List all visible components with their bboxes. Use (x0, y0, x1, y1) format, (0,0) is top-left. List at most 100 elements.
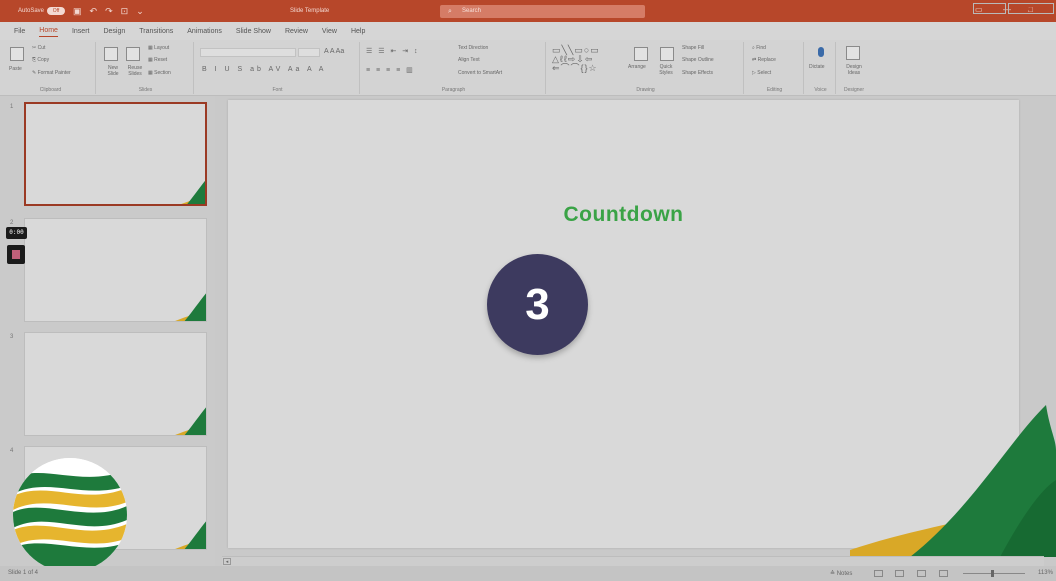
thumbnail-corner-decoration (175, 407, 206, 435)
present-icon[interactable]: ⊡ (121, 6, 129, 17)
group-label-slides: Slides (138, 87, 153, 93)
search-input[interactable]: ⌕ Search (440, 5, 645, 18)
tab-animations[interactable]: Animations (187, 26, 222, 37)
section-label: Section (154, 70, 171, 76)
cut-button[interactable]: ✂ Cut (32, 45, 45, 51)
replace-label: Replace (757, 57, 776, 63)
arrange-button[interactable]: Arrange (628, 64, 646, 70)
notes-label: Notes (836, 571, 853, 577)
scroll-left-icon[interactable]: ◂ (223, 558, 231, 565)
thumbnail-number: 4 (10, 448, 14, 454)
thumbnail-corner-decoration (181, 180, 205, 204)
layout-button[interactable]: ▦ Layout (148, 45, 169, 51)
font-name-field[interactable] (200, 48, 296, 57)
group-label-editing: Editing (766, 87, 783, 93)
format-painter-button[interactable]: ✎ Format Painter (32, 70, 71, 76)
tab-file[interactable]: File (14, 26, 25, 37)
paste-icon[interactable] (10, 47, 24, 61)
tab-review[interactable]: Review (285, 26, 308, 37)
tab-design[interactable]: Design (103, 26, 125, 37)
group-label-drawing: Drawing (636, 87, 655, 93)
notes-button[interactable]: ≙ Notes (830, 570, 852, 577)
tab-home[interactable]: Home (39, 25, 58, 37)
align-text-button[interactable]: Align Text (458, 57, 480, 63)
tab-slide-show[interactable]: Slide Show (236, 26, 271, 37)
slide-title[interactable]: Countdown (228, 203, 1019, 227)
cut-label: Cut (37, 45, 46, 51)
design-ideas-icon[interactable] (846, 46, 860, 60)
quick-styles-button[interactable]: Quick Styles (654, 64, 678, 76)
slideshow-view-icon[interactable] (939, 570, 948, 577)
microphone-icon[interactable] (818, 47, 824, 57)
group-label-font: Font (272, 87, 283, 93)
reading-view-icon[interactable] (917, 570, 926, 577)
group-paragraph: ☰ ☰ ⇤ ⇥ ↕ ≡ ≡ ≡ ≡ ▥ Text Direction Align… (362, 42, 546, 94)
design-ideas-button[interactable]: Design Ideas (841, 64, 867, 76)
quick-styles-icon[interactable] (660, 47, 674, 61)
status-bar: Slide 1 of 4 ≙ Notes 113% (0, 566, 1056, 581)
share-label: Share (984, 6, 1001, 12)
autosave-control[interactable]: AutoSave Off (18, 7, 66, 15)
shapes-gallery[interactable]: ▭╲╲▭○▭ △ℓℓ⇨⇩⇦ ⇐⌒⌒{}☆ (552, 46, 600, 73)
font-size-buttons[interactable]: A A Aa (324, 48, 344, 55)
undo-icon[interactable]: ↶ (90, 6, 98, 17)
new-slide-icon[interactable] (104, 47, 118, 61)
list-buttons[interactable]: ☰ ☰ ⇤ ⇥ ↕ (366, 47, 420, 55)
share-button[interactable]: ⇪ Share (973, 3, 1006, 14)
select-button[interactable]: ▷ Select (752, 70, 771, 76)
zoom-slider-thumb[interactable] (991, 570, 994, 577)
slide-thumbnail[interactable] (24, 218, 207, 322)
convert-smartart-button[interactable]: Convert to SmartArt (458, 70, 502, 76)
font-format-buttons[interactable]: B I U S ab AV Aa A A (202, 66, 326, 73)
align-buttons[interactable]: ≡ ≡ ≡ ≡ ▥ (366, 66, 415, 74)
comments-button[interactable]: ▢ Comments (1007, 3, 1054, 14)
replace-button[interactable]: ⇄ Replace (752, 57, 776, 63)
new-slide-button[interactable]: New Slide (102, 65, 124, 77)
group-label-voice: Voice (814, 87, 827, 93)
brand-logo (13, 458, 127, 572)
group-designer: Design Ideas Designer (838, 42, 870, 94)
tab-transitions[interactable]: Transitions (139, 26, 173, 37)
group-clipboard: Paste ✂ Cut ⎘ Copy ✎ Format Painter Clip… (6, 42, 96, 94)
format-painter-label: Format Painter (37, 70, 71, 76)
font-size-field[interactable] (298, 48, 320, 57)
find-label: Find (756, 45, 766, 51)
shape-fill-button[interactable]: Shape Fill (682, 45, 704, 51)
reuse-slides-button[interactable]: Reuse Slides (124, 65, 146, 77)
countdown-circle[interactable]: 3 (487, 254, 588, 355)
search-icon: ⌕ (448, 8, 452, 15)
dictate-button[interactable]: Dictate (809, 64, 825, 70)
zoom-level[interactable]: 113% (1038, 570, 1053, 576)
search-placeholder: Search (462, 8, 482, 14)
zoom-slider[interactable] (963, 570, 1025, 577)
tab-insert[interactable]: Insert (72, 26, 90, 37)
text-direction-button[interactable]: Text Direction (458, 45, 488, 51)
customize-qat-icon[interactable]: ⌄ (136, 6, 144, 17)
shape-effects-button[interactable]: Shape Effects (682, 70, 713, 76)
reset-label: Reset (154, 57, 168, 63)
slide-thumbnail[interactable] (24, 332, 207, 436)
find-button[interactable]: ⌕ Find (752, 45, 766, 51)
group-label-designer: Designer (843, 87, 864, 93)
paste-button[interactable]: Paste (9, 66, 22, 72)
save-icon[interactable]: ▣ (73, 6, 82, 17)
normal-view-icon[interactable] (874, 570, 883, 577)
section-button[interactable]: ▦ Section (148, 70, 171, 76)
arrange-icon[interactable] (634, 47, 648, 61)
group-label-clipboard: Clipboard (39, 87, 62, 93)
autosave-toggle[interactable]: Off (47, 7, 66, 15)
redo-icon[interactable]: ↷ (105, 6, 113, 17)
slide-sorter-icon[interactable] (895, 570, 904, 577)
reuse-slides-icon[interactable] (126, 47, 140, 61)
slide-thumbnail[interactable] (24, 102, 207, 206)
stop-recording-button[interactable] (7, 245, 25, 264)
shape-outline-button[interactable]: Shape Outline (682, 57, 714, 63)
tab-help[interactable]: Help (351, 26, 365, 37)
autosave-label: AutoSave (18, 8, 45, 14)
reset-button[interactable]: ▦ Reset (148, 57, 167, 63)
tab-view[interactable]: View (322, 26, 337, 37)
horizontal-scrollbar[interactable]: ◂ (222, 556, 1044, 566)
group-font: A A Aa B I U S ab AV Aa A A Font (196, 42, 360, 94)
thumbnail-number: 1 (10, 104, 14, 110)
copy-button[interactable]: ⎘ Copy (32, 57, 49, 63)
